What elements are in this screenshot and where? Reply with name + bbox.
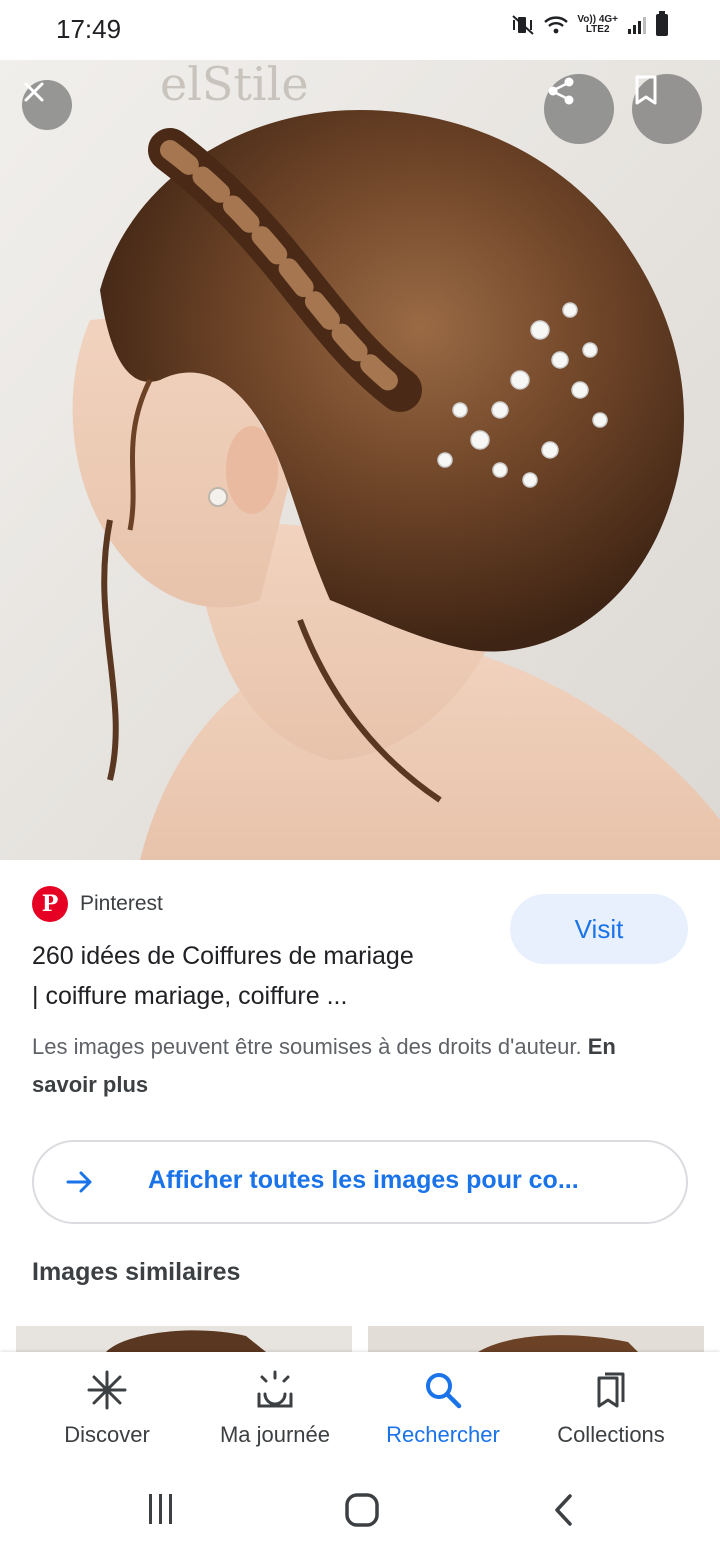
nav-ma-journee-label: Ma journée — [219, 1422, 331, 1447]
nav-discover-label: Discover — [64, 1422, 150, 1447]
copyright-text: Les images peuvent être soumises à des d… — [32, 1034, 582, 1059]
visit-button[interactable]: Visit — [510, 894, 688, 964]
save-to-collection-button[interactable] — [632, 74, 702, 144]
battery-icon — [656, 11, 668, 36]
nav-ma-journee[interactable]: Ma journée — [190, 1364, 360, 1448]
home-button[interactable] — [344, 1492, 380, 1528]
source-name: Pinterest — [80, 892, 163, 915]
bookmark-icon — [635, 75, 657, 105]
similar-image-thumbnail[interactable] — [368, 1326, 704, 1352]
arrow-right-icon — [66, 1171, 92, 1193]
status-icons: Vo)) 4G+ LTE2 — [511, 11, 668, 36]
result-title-line2: | coiffure mariage, coiffure ... — [32, 982, 348, 1010]
hero-image[interactable]: elStile — [0, 60, 720, 860]
nav-collections[interactable]: Collections — [526, 1364, 696, 1448]
network-indicator: Vo)) 4G+ LTE2 — [577, 15, 618, 35]
share-button[interactable] — [544, 74, 614, 144]
pinterest-logo-icon: P — [32, 886, 68, 922]
recent-apps-button[interactable] — [146, 1492, 176, 1526]
search-icon — [426, 1373, 462, 1409]
bride-hairstyle-photo: elStile — [0, 60, 720, 860]
collections-icon — [597, 1372, 625, 1408]
system-navigation-bar — [0, 1462, 720, 1560]
signal-icon — [626, 14, 648, 36]
status-time: 17:49 — [56, 14, 122, 44]
similar-image-thumbnail[interactable] — [16, 1326, 352, 1352]
nav-collections-label: Collections — [557, 1422, 665, 1447]
nav-rechercher[interactable]: Rechercher — [358, 1364, 528, 1448]
svg-text:elStile: elStile — [160, 60, 309, 111]
back-button[interactable] — [552, 1492, 576, 1528]
sunrise-icon — [257, 1370, 293, 1408]
network-bottom-text: LTE2 — [585, 24, 610, 35]
bottom-navigation: Discover Ma journée Rechercher Collectio… — [0, 1352, 720, 1462]
asterisk-icon — [87, 1370, 127, 1410]
nav-rechercher-label: Rechercher — [386, 1422, 500, 1447]
result-title-line1: 260 idées de Coiffures de mariage — [32, 942, 414, 970]
copyright-notice: Les images peuvent être soumises à des d… — [32, 1028, 682, 1104]
source-row[interactable]: P Pinterest — [32, 886, 163, 922]
recent-apps-icon — [149, 1494, 172, 1524]
share-icon — [548, 77, 574, 105]
mute-vibrate-icon — [511, 14, 535, 36]
result-title[interactable]: 260 idées de Coiffures de mariage | coif… — [32, 936, 502, 1016]
nav-discover[interactable]: Discover — [22, 1364, 192, 1448]
close-button[interactable] — [22, 80, 72, 130]
view-all-images-button[interactable]: Afficher toutes les images pour co... — [32, 1140, 688, 1224]
back-icon — [555, 1494, 572, 1526]
view-all-images-label: Afficher toutes les images pour co... — [148, 1166, 579, 1194]
wifi-icon — [543, 14, 569, 36]
home-icon — [345, 1493, 379, 1527]
status-bar: 17:49 Vo)) 4G+ LTE2 — [0, 0, 720, 60]
close-icon — [24, 82, 44, 102]
similar-images-heading: Images similaires — [32, 1258, 241, 1286]
